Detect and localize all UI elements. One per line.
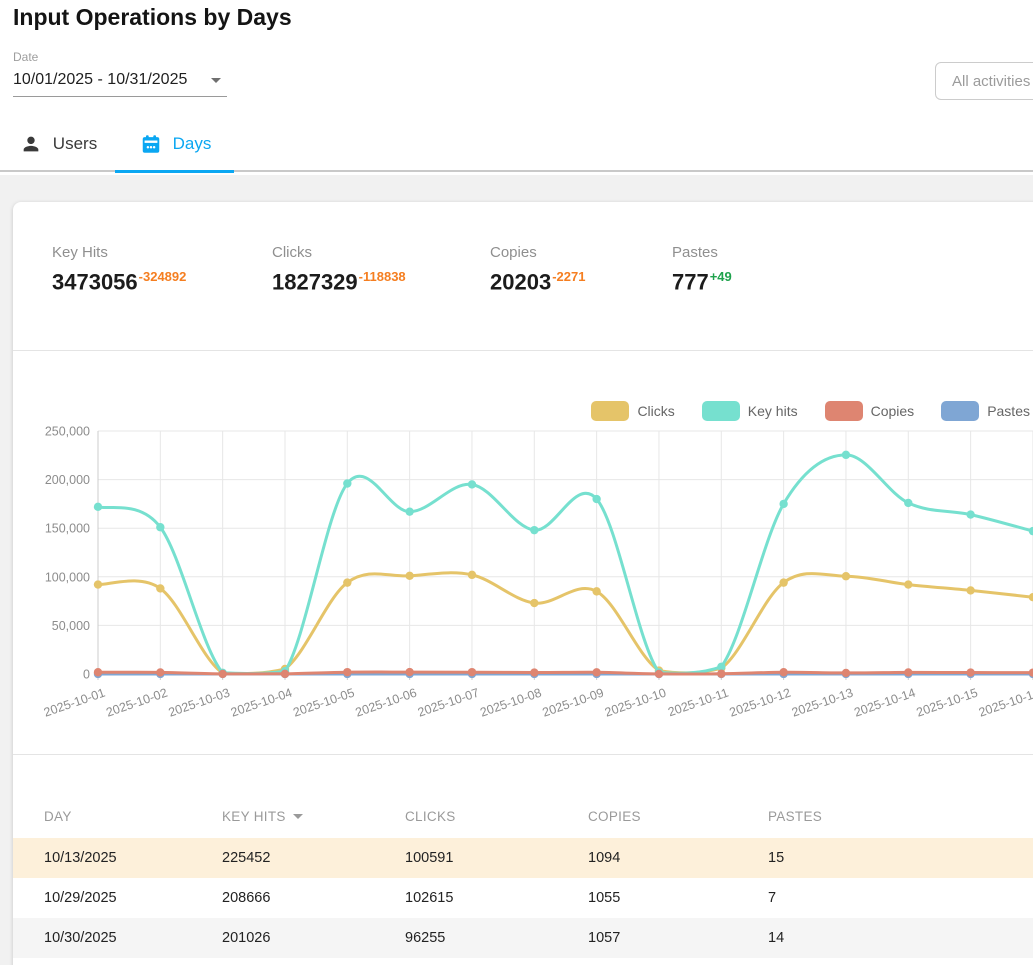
svg-text:150,000: 150,000 xyxy=(45,522,90,536)
tab-days-label: Days xyxy=(173,134,212,154)
content-area: Key Hits 3473056-324892 Clicks 1827329-1… xyxy=(0,173,1033,965)
sort-desc-icon xyxy=(293,814,303,819)
calendar-icon xyxy=(140,133,162,155)
cell-copies: 1094 xyxy=(588,850,768,866)
top-bar: Input Operations by Days Date 10/01/2025… xyxy=(0,0,1033,175)
stat-clicks: Clicks 1827329-118838 xyxy=(272,244,490,350)
date-range-select[interactable]: 10/01/2025 - 10/31/2025 xyxy=(13,71,227,97)
stat-label: Key Hits xyxy=(52,244,272,261)
stat-label: Copies xyxy=(490,244,672,261)
svg-text:2025-10-15: 2025-10-15 xyxy=(915,686,980,720)
report-card: Key Hits 3473056-324892 Clicks 1827329-1… xyxy=(13,202,1033,965)
svg-text:2025-10-13: 2025-10-13 xyxy=(790,686,855,720)
table-row[interactable]: 10/30/2025 201026 96255 1057 14 xyxy=(13,918,1033,958)
stat-value: 777+49 xyxy=(672,269,852,295)
stat-pastes: Pastes 777+49 xyxy=(672,244,852,350)
svg-text:2025-10-01: 2025-10-01 xyxy=(42,686,107,720)
tab-users[interactable]: Users xyxy=(0,118,117,170)
stat-value: 3473056-324892 xyxy=(52,269,272,295)
cell-copies: 1057 xyxy=(588,930,768,946)
tab-days[interactable]: Days xyxy=(117,118,234,170)
svg-text:2025-10-02: 2025-10-02 xyxy=(104,686,169,720)
stat-label: Clicks xyxy=(272,244,490,261)
active-tab-indicator xyxy=(115,170,234,173)
date-range-value: 10/01/2025 - 10/31/2025 xyxy=(13,71,187,89)
stat-key-hits: Key Hits 3473056-324892 xyxy=(52,244,272,350)
col-header-key-hits[interactable]: KEY HITS xyxy=(222,809,405,824)
svg-text:250,000: 250,000 xyxy=(45,425,90,439)
svg-text:2025-10-03: 2025-10-03 xyxy=(167,686,232,720)
svg-text:200,000: 200,000 xyxy=(45,473,90,487)
days-table: DAY KEY HITS CLICKS COPIES PASTES 10/13/… xyxy=(13,755,1033,958)
cell-clicks: 96255 xyxy=(405,930,588,946)
svg-text:2025-10-04: 2025-10-04 xyxy=(229,686,294,720)
svg-text:2025-10-11: 2025-10-11 xyxy=(666,686,730,720)
line-chart: Clicks Key hits Copies Pastes 050,000100… xyxy=(13,351,1033,755)
stat-copies: Copies 20203-2271 xyxy=(490,244,672,350)
cell-key-hits: 208666 xyxy=(222,890,405,906)
svg-text:50,000: 50,000 xyxy=(52,619,90,633)
date-filter: Date 10/01/2025 - 10/31/2025 xyxy=(13,50,227,97)
svg-text:0: 0 xyxy=(83,668,90,682)
cell-day: 10/30/2025 xyxy=(44,930,222,946)
svg-text:100,000: 100,000 xyxy=(45,570,90,584)
stat-delta: +49 xyxy=(710,269,732,284)
col-header-day[interactable]: DAY xyxy=(44,809,222,824)
svg-text:2025-10-06: 2025-10-06 xyxy=(354,686,419,720)
activities-select[interactable]: All activities xyxy=(935,62,1033,100)
col-header-clicks[interactable]: CLICKS xyxy=(405,809,588,824)
stat-value: 1827329-118838 xyxy=(272,269,490,295)
cell-pastes: 14 xyxy=(768,930,1033,946)
svg-text:2025-10-10: 2025-10-10 xyxy=(603,686,668,720)
cell-pastes: 7 xyxy=(768,890,1033,906)
svg-text:2025-10-07: 2025-10-07 xyxy=(416,686,481,720)
tab-users-label: Users xyxy=(53,134,97,154)
page-title: Input Operations by Days xyxy=(13,4,292,31)
svg-text:2025-10-05: 2025-10-05 xyxy=(291,686,356,720)
svg-text:2025-10-12: 2025-10-12 xyxy=(728,686,793,720)
stat-label: Pastes xyxy=(672,244,852,261)
cell-day: 10/13/2025 xyxy=(44,850,222,866)
cell-copies: 1055 xyxy=(588,890,768,906)
cell-clicks: 100591 xyxy=(405,850,588,866)
svg-text:2025-10-09: 2025-10-09 xyxy=(541,686,606,720)
cell-key-hits: 225452 xyxy=(222,850,405,866)
chart-plot-area[interactable]: 0 50,000 100,000 150,000 200,000 250,000 2025-… xyxy=(13,417,1033,758)
person-icon xyxy=(20,133,42,155)
tab-bar: Users Days xyxy=(0,118,234,170)
table-header-row: DAY KEY HITS CLICKS COPIES PASTES xyxy=(13,755,1033,838)
col-header-copies[interactable]: COPIES xyxy=(588,809,768,824)
svg-text:2025-10-14: 2025-10-14 xyxy=(852,686,917,720)
col-header-pastes[interactable]: PASTES xyxy=(768,809,1033,824)
svg-text:2025-10-08: 2025-10-08 xyxy=(478,686,543,720)
table-row[interactable]: 10/13/2025 225452 100591 1094 15 xyxy=(13,838,1033,878)
chart-canvas: 0 50,000 100,000 150,000 200,000 250,000 2025-… xyxy=(13,417,1033,753)
date-filter-label: Date xyxy=(13,50,227,64)
stat-delta: -2271 xyxy=(552,269,585,284)
stats-row: Key Hits 3473056-324892 Clicks 1827329-1… xyxy=(13,202,1033,351)
stat-value: 20203-2271 xyxy=(490,269,672,295)
stat-delta: -118838 xyxy=(359,269,406,284)
svg-text:2025-10-16: 2025-10-16 xyxy=(977,686,1033,720)
cell-pastes: 15 xyxy=(768,850,1033,866)
table-row[interactable]: 10/29/2025 208666 102615 1055 7 xyxy=(13,878,1033,918)
activities-select-value: All activities xyxy=(952,73,1030,90)
cell-clicks: 102615 xyxy=(405,890,588,906)
cell-day: 10/29/2025 xyxy=(44,890,222,906)
cell-key-hits: 201026 xyxy=(222,930,405,946)
stat-delta: -324892 xyxy=(139,269,187,284)
caret-down-icon xyxy=(211,78,221,83)
